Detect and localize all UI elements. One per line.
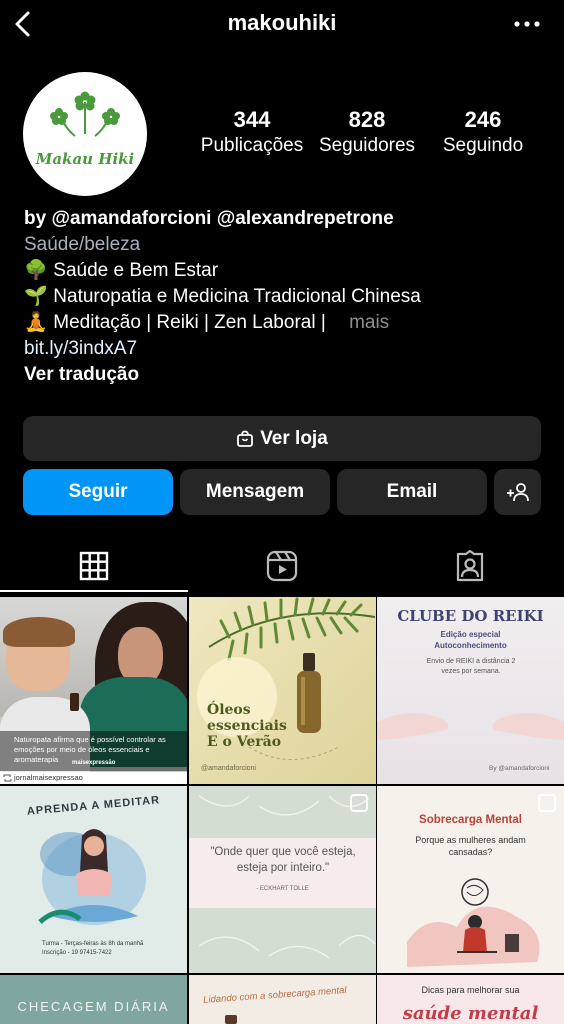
bio-more-link[interactable]: mais	[349, 312, 389, 333]
repost-username: jornalmaisexpressao	[14, 773, 83, 782]
post-2[interactable]: Óleos essenciais E o Verão @amandaforcio…	[189, 597, 376, 784]
more-options-icon[interactable]	[512, 14, 542, 34]
repost-icon	[3, 774, 12, 782]
post-2-handle: @amandaforcioni	[201, 765, 256, 772]
view-shop-label: Ver loja	[260, 427, 328, 449]
post-3[interactable]: CLUBE DO REIKI Edição especial Autoconhe…	[377, 597, 564, 784]
post-5-quote: "Onde quer que você esteja, esteja por i…	[210, 846, 356, 874]
following-label: Seguindo	[442, 135, 524, 156]
bio-line-2: 🌱 Naturopatia e Medicina Tradicional Chi…	[24, 284, 544, 310]
profile-username: makouhiki	[227, 10, 337, 35]
followers-label: Seguidores	[318, 135, 416, 156]
message-button[interactable]: Mensagem	[180, 469, 330, 515]
multiple-photos-icon	[538, 794, 556, 812]
post-7[interactable]: CHECAGEM DIÁRIA	[0, 975, 187, 1024]
tree-emoji-icon: 🌳	[24, 260, 48, 281]
shopping-bag-icon	[237, 430, 254, 447]
bio-line-3-text: Meditação | Reiki | Zen Laboral |	[53, 312, 326, 333]
bio-line-2-text: Naturopatia e Medicina Tradicional Chine…	[53, 286, 421, 307]
tab-posts-grid[interactable]	[0, 540, 188, 592]
bio-line-1: 🌳 Saúde e Bem Estar	[24, 258, 544, 284]
post-3-subtitle: Edição especial Autoconhecimento	[434, 630, 507, 650]
followers-count: 828	[348, 107, 386, 132]
follow-button[interactable]: Seguir	[23, 469, 173, 515]
bio-link[interactable]: bit.ly/3indxA7	[24, 336, 544, 362]
reels-icon	[266, 550, 298, 582]
bio-line-1-text: Saúde e Bem Estar	[53, 260, 219, 281]
add-person-icon	[506, 483, 529, 502]
suggested-users-button[interactable]	[494, 469, 541, 515]
post-4[interactable]: APRENDA A MEDITAR Turma - Terças-feiras …	[0, 786, 187, 973]
reiki-hands-illustration	[377, 713, 564, 740]
post-4-title: APRENDA A MEDITAR	[26, 794, 161, 818]
post-1[interactable]: Naturopata afirma que é possível control…	[0, 597, 187, 784]
bio-name[interactable]: by @amandaforcioni @alexandrepetrone	[24, 206, 544, 232]
post-9-title: saúde mental	[402, 1003, 539, 1024]
tab-tagged[interactable]	[376, 540, 564, 592]
boy-hair	[3, 617, 75, 647]
tagged-icon	[456, 550, 484, 582]
posts-grid: Naturopata afirma que é possível control…	[0, 597, 564, 1024]
post-3-signature: By @amandaforcioni	[489, 765, 550, 772]
grid-icon	[79, 551, 109, 581]
post-8[interactable]: Lidando com a sobrecarga mental	[189, 975, 376, 1024]
post-3-body: Envio de REIKI a distância 2 vezes por s…	[426, 658, 516, 675]
following-count: 246	[464, 107, 502, 132]
post-8-title: Lidando com a sobrecarga mental	[202, 984, 347, 1006]
logo-text: Makau Hiki	[35, 150, 135, 168]
email-button[interactable]: Email	[337, 469, 487, 515]
post-5-author: - ECKHART TOLLE	[256, 886, 309, 892]
post-9[interactable]: Dicas para melhorar sua saúde mental	[377, 975, 564, 1024]
oil-bottle	[70, 693, 79, 711]
makau-hiki-logo: Makau Hiki	[35, 91, 135, 168]
bio-line-3: 🧘 Meditação | Reiki | Zen Laboral | mais	[24, 310, 544, 336]
profile-tabs	[0, 540, 564, 592]
tired-woman-illustration	[407, 878, 540, 967]
post-8-object	[225, 1015, 237, 1024]
meditating-woman-illustration	[38, 829, 146, 925]
post-6-title: Sobrecarga Mental	[419, 814, 522, 826]
see-translation-link[interactable]: Ver tradução	[24, 362, 544, 388]
profile-avatar[interactable]: Makau Hiki	[23, 72, 147, 196]
post-4-schedule: Turma - Terças-feiras às 8h da manhã	[42, 941, 144, 947]
post-2-title: Óleos essenciais E o Verão	[207, 702, 287, 750]
top-bar: makouhiki	[0, 0, 564, 50]
rosemary-illustration	[197, 597, 376, 760]
stat-posts[interactable]: 344 Publicações	[200, 107, 304, 159]
active-tab-indicator	[0, 590, 188, 592]
stat-followers[interactable]: 828 Seguidores	[314, 107, 420, 159]
post-5[interactable]: "Onde quer que você esteja, esteja por i…	[189, 786, 376, 973]
post-6-subtitle: Porque as mulheres andam cansadas?	[415, 835, 526, 857]
posts-label: Publicações	[200, 135, 304, 156]
post-4-contact: Inscrição - 19 97415-7422	[42, 950, 112, 956]
view-shop-button[interactable]: Ver loja	[23, 416, 541, 461]
multiple-photos-icon	[350, 794, 368, 812]
post-3-title: CLUBE DO REIKI	[397, 607, 544, 625]
profile-bio: by @amandaforcioni @alexandrepetrone Saú…	[24, 206, 544, 388]
tab-reels[interactable]	[188, 540, 376, 592]
seedling-emoji-icon: 🌱	[24, 286, 48, 307]
meditation-emoji-icon: 🧘	[24, 312, 48, 333]
bio-category: Saúde/beleza	[24, 234, 141, 255]
post-9-subtitle: Dicas para melhorar sua	[421, 985, 520, 995]
post-7-title: CHECAGEM DIÁRIA	[17, 999, 170, 1014]
posts-count: 344	[233, 107, 271, 132]
stat-following[interactable]: 246 Seguindo	[436, 107, 530, 159]
post-1-brand: maisexpressão	[72, 760, 116, 766]
post-6[interactable]: Sobrecarga Mental Porque as mulheres and…	[377, 786, 564, 973]
